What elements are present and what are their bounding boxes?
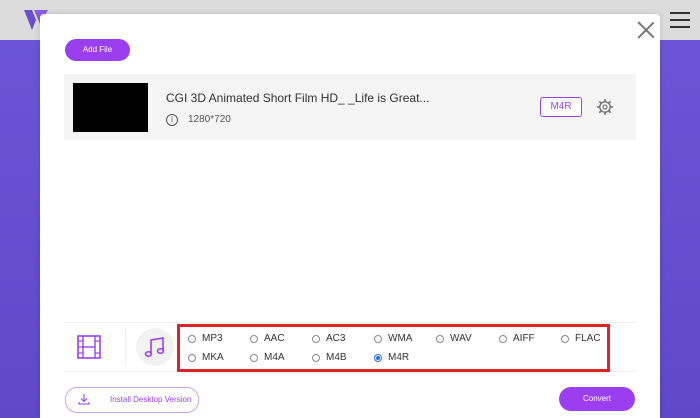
add-file-button[interactable]: Add File [65,39,130,61]
radio-button[interactable] [188,353,196,362]
output-format-button[interactable]: M4R [540,97,582,117]
format-label: MKA [202,352,224,363]
format-label: MP3 [202,333,223,344]
info-icon[interactable]: i [166,114,178,126]
audio-format-options: MP3 AAC AC3 WMA WAV AIFF FLAC MKA M4A M4… [177,324,610,372]
converter-dialog: Add File CGI 3D Animated Short Film HD_ … [40,14,660,418]
video-thumbnail [73,83,148,132]
format-label: AAC [264,333,285,344]
radio-button[interactable] [499,334,507,343]
radio-button[interactable] [374,334,382,343]
music-note-icon [144,337,165,358]
radio-button-selected[interactable] [374,353,382,362]
format-option-flac[interactable]: FLAC [561,333,601,344]
radio-button[interactable] [188,334,196,343]
tab-divider [125,329,126,365]
radio-button[interactable] [312,353,320,362]
install-desktop-button[interactable]: Install Desktop Version [65,387,199,413]
format-option-ac3[interactable]: AC3 [312,333,345,344]
download-icon [78,394,90,405]
audio-format-tab[interactable] [136,328,174,366]
format-option-m4r[interactable]: M4R [374,352,409,363]
video-format-tab-icon[interactable] [64,323,112,371]
format-option-wav[interactable]: WAV [436,333,472,344]
hamburger-menu-icon[interactable] [670,12,690,28]
format-option-aac[interactable]: AAC [250,333,285,344]
format-label: FLAC [575,333,601,344]
format-label: AC3 [326,333,346,344]
file-title: CGI 3D Animated Short Film HD_ _Life is … [166,91,430,105]
format-label: WMA [388,333,413,344]
gear-icon[interactable] [597,99,613,115]
radio-button[interactable] [250,334,258,343]
format-option-mka[interactable]: MKA [188,352,224,363]
format-selector: MP3 AAC AC3 WMA WAV AIFF FLAC MKA M4A M4… [64,322,636,372]
format-option-m4b[interactable]: M4B [312,352,347,363]
format-label: WAV [450,333,472,344]
file-resolution: 1280*720 [188,114,231,125]
convert-button[interactable]: Convert [559,387,635,411]
file-list-item: CGI 3D Animated Short Film HD_ _Life is … [64,74,636,140]
format-label: M4A [264,352,285,363]
format-option-wma[interactable]: WMA [374,333,412,344]
format-label: M4R [388,352,410,363]
format-option-mp3[interactable]: MP3 [188,333,223,344]
close-icon[interactable] [636,20,656,40]
format-option-m4a[interactable]: M4A [250,352,285,363]
radio-button[interactable] [250,353,258,362]
format-label: AIFF [513,333,535,344]
format-option-aiff[interactable]: AIFF [499,333,535,344]
radio-button[interactable] [312,334,320,343]
format-label: M4B [326,352,347,363]
radio-button[interactable] [561,334,569,343]
install-label: Install Desktop Version [110,395,192,404]
radio-button[interactable] [436,334,444,343]
